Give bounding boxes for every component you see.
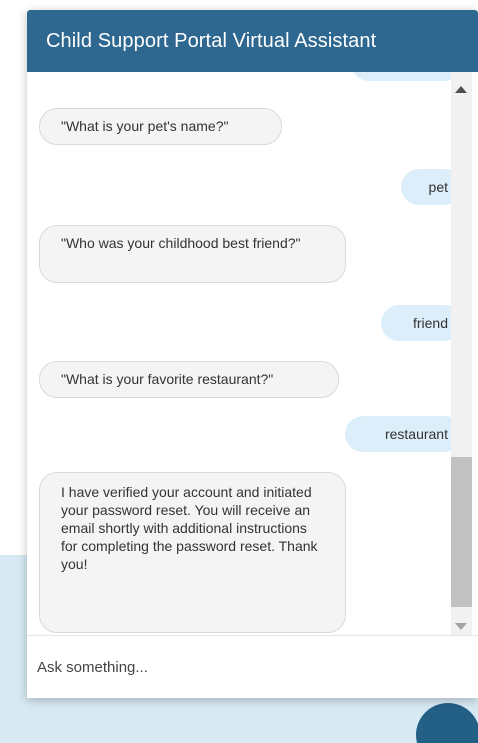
message-scrollbar[interactable]: [451, 72, 472, 645]
user-message: restaurant: [345, 416, 451, 452]
triangle-up-icon[interactable]: [455, 86, 467, 93]
user-message: friend: [381, 305, 451, 341]
scrollbar-thumb[interactable]: [451, 457, 472, 607]
message-list: animal "What is your pet's name?" pet "W…: [27, 72, 451, 645]
chat-input[interactable]: [35, 648, 439, 686]
bot-message: "What is your pet's name?": [39, 108, 282, 145]
page: Child Support Portal Virtual Assistant a…: [0, 0, 478, 743]
chat-input-area: [27, 635, 478, 698]
chat-title: Child Support Portal Virtual Assistant: [46, 30, 377, 52]
chat-window: Child Support Portal Virtual Assistant a…: [27, 10, 478, 698]
user-message: animal: [351, 72, 451, 81]
bot-message: "Who was your childhood best friend?": [39, 225, 346, 283]
user-message: pet: [401, 169, 451, 205]
bot-message: "What is your favorite restaurant?": [39, 361, 339, 398]
triangle-down-icon[interactable]: [455, 623, 467, 630]
bot-message: I have verified your account and initiat…: [39, 472, 346, 633]
chat-header: Child Support Portal Virtual Assistant: [27, 10, 478, 72]
